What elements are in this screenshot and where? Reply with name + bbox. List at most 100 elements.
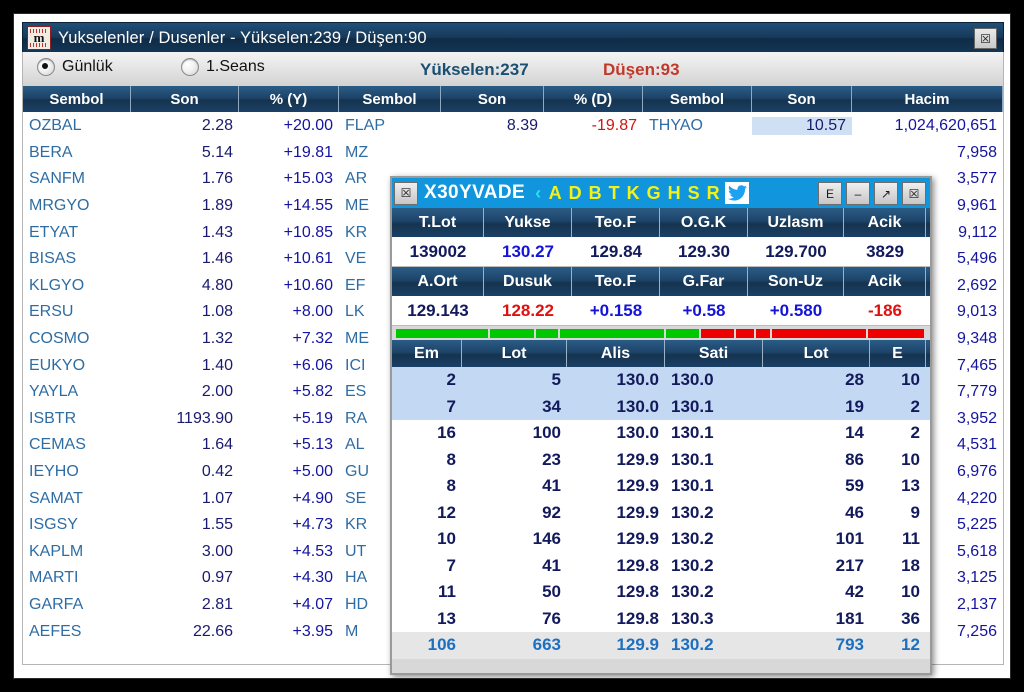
table-row[interactable]: BERA 5.14 +19.81 MZ 7,958 bbox=[23, 140, 1003, 167]
cell-symbol-gainer: BISAS bbox=[29, 250, 77, 268]
cell-symbol-gainer: MRGYO bbox=[29, 197, 90, 215]
ob-cell-e: 2 bbox=[910, 396, 920, 416]
depth-tab-s[interactable]: S bbox=[688, 183, 700, 204]
ob-cell-bid-lot: 41 bbox=[542, 555, 561, 575]
ob-cell-ask-lot: 42 bbox=[845, 582, 864, 602]
depth-tab-b[interactable]: B bbox=[589, 183, 602, 204]
radio-1seans[interactable]: 1.Seans bbox=[181, 58, 265, 76]
ob-cell-sati: 130.0 bbox=[671, 370, 714, 390]
ob-cell-bid-lot: 34 bbox=[542, 396, 561, 416]
stat-value-teof-2: +0.158 bbox=[589, 300, 643, 320]
cell-symbol-gainer: MARTI bbox=[29, 569, 79, 587]
cell-last-gainer: 0.97 bbox=[201, 569, 233, 587]
col-header-sembol-3[interactable]: Sembol bbox=[643, 86, 752, 112]
depth-e-button[interactable]: E bbox=[818, 182, 842, 205]
order-book-row[interactable]: 13 76 129.8 130.3 181 36 bbox=[392, 605, 930, 632]
cell-last-gainer: 5.14 bbox=[201, 143, 233, 161]
ob-cell-bid-lot: 146 bbox=[532, 529, 561, 549]
cell-last-gainer: 2.00 bbox=[201, 383, 233, 401]
order-book-row[interactable]: 11 50 129.8 130.2 42 10 bbox=[392, 579, 930, 606]
depth-tab-a[interactable]: A bbox=[549, 183, 562, 204]
col-header-sembol-1[interactable]: Sembol bbox=[23, 86, 131, 112]
depth-back-arrow-icon[interactable]: ‹ bbox=[535, 183, 541, 204]
ob-cell-alis: 129.9 bbox=[616, 502, 659, 522]
order-book-row[interactable]: 16 100 130.0 130.1 14 2 bbox=[392, 420, 930, 447]
ob-cell-bid-lot: 5 bbox=[551, 370, 561, 390]
radio-gunluk[interactable]: Günlük bbox=[37, 58, 113, 76]
ob-cell-bid-lot: 41 bbox=[542, 476, 561, 496]
cell-symbol-gainer: ETYAT bbox=[29, 223, 79, 241]
ob-cell-alis: 129.9 bbox=[616, 635, 659, 655]
cell-pct-gainer: +4.53 bbox=[292, 542, 333, 560]
ob-cell-sati: 130.1 bbox=[671, 396, 714, 416]
cell-symbol-loser: MZ bbox=[345, 143, 369, 161]
ob-cell-alis: 130.0 bbox=[616, 396, 659, 416]
depth-tab-r[interactable]: R bbox=[707, 183, 720, 204]
radio-gunluk-icon[interactable] bbox=[37, 58, 55, 76]
ob-cell-e: 36 bbox=[901, 608, 920, 628]
order-book-row[interactable]: 12 92 129.9 130.2 46 9 bbox=[392, 499, 930, 526]
cell-symbol-gainer: EUKYO bbox=[29, 356, 86, 374]
pressure-bar-segment bbox=[560, 328, 664, 338]
cell-symbol-gainer: IEYHO bbox=[29, 463, 79, 481]
radio-1seans-icon[interactable] bbox=[181, 58, 199, 76]
stat-value-gfar: +0.58 bbox=[682, 300, 726, 320]
cell-symbol-gainer: GARFA bbox=[29, 595, 84, 613]
depth-tab-d[interactable]: D bbox=[569, 183, 582, 204]
cell-pct-gainer: +10.61 bbox=[283, 250, 333, 268]
depth-minimize-button[interactable]: – bbox=[846, 182, 870, 205]
cell-symbol-gainer: AEFES bbox=[29, 622, 82, 640]
filter-bar: Günlük 1.Seans Yükselen:237 Düşen:93 bbox=[22, 52, 1004, 87]
order-book-row[interactable]: 7 34 130.0 130.1 19 2 bbox=[392, 393, 930, 420]
stat-header-yukse: Yukse bbox=[484, 208, 572, 237]
ob-cell-bid-lot: 50 bbox=[542, 582, 561, 602]
order-book-total-row[interactable]: 106 663 129.9 130.2 793 12 bbox=[392, 632, 930, 659]
col-header-son-2[interactable]: Son bbox=[441, 86, 544, 112]
depth-tab-t[interactable]: T bbox=[609, 183, 620, 204]
table-row[interactable]: OZBAL 2.28 +20.00 FLAP 8.39 -19.87 THYAO 10.57 1… bbox=[23, 113, 1003, 140]
cell-pct-gainer: +6.06 bbox=[292, 356, 333, 374]
cell-pct-gainer: +8.00 bbox=[292, 303, 333, 321]
col-header-pct-y[interactable]: % (Y) bbox=[239, 86, 339, 112]
ob-cell-bid-lot: 100 bbox=[532, 423, 561, 443]
cell-last-gainer: 1.46 bbox=[201, 250, 233, 268]
depth-stats-bottom-values: 129.143 128.22 +0.158 +0.58 +0.580 -186 bbox=[392, 296, 930, 326]
cell-symbol-gainer: ISGSY bbox=[29, 516, 78, 534]
ob-cell-ask-lot: 217 bbox=[835, 555, 864, 575]
cell-symbol-gainer: ERSU bbox=[29, 303, 74, 321]
cell-pct-gainer: +10.85 bbox=[283, 223, 333, 241]
depth-maximize-button[interactable]: ↗ bbox=[874, 182, 898, 205]
order-book-row[interactable]: 2 5 130.0 130.0 28 10 bbox=[392, 367, 930, 394]
twitter-bird-icon[interactable] bbox=[725, 182, 750, 204]
ob-cell-em: 106 bbox=[427, 635, 456, 655]
ob-cell-e: 10 bbox=[901, 370, 920, 390]
stat-value-yukse: 130.27 bbox=[502, 241, 554, 261]
col-header-hacim[interactable]: Hacim bbox=[852, 86, 1003, 112]
depth-tab-g[interactable]: G bbox=[647, 183, 661, 204]
depth-menu-button[interactable]: ☒ bbox=[394, 181, 418, 205]
depth-tab-h[interactable]: H bbox=[668, 183, 681, 204]
ob-cell-bid-lot: 663 bbox=[532, 635, 561, 655]
cell-last-loser: 8.39 bbox=[506, 117, 538, 135]
order-book-row[interactable]: 10 146 129.9 130.2 101 11 bbox=[392, 526, 930, 553]
cell-last-gainer: 1.40 bbox=[201, 356, 233, 374]
ob-cell-em: 12 bbox=[437, 502, 456, 522]
cell-hacim: 7,958 bbox=[956, 143, 997, 161]
stat-value-uzlasm: 129.700 bbox=[765, 241, 827, 261]
col-header-sembol-2[interactable]: Sembol bbox=[339, 86, 441, 112]
order-book-row[interactable]: 7 41 129.8 130.2 217 18 bbox=[392, 552, 930, 579]
col-header-son-3[interactable]: Son bbox=[752, 86, 852, 112]
depth-letter-tabs: ADBTKGHSR bbox=[545, 183, 723, 204]
col-header-son-1[interactable]: Son bbox=[131, 86, 239, 112]
order-book-row[interactable]: 8 41 129.9 130.1 59 13 bbox=[392, 473, 930, 500]
order-book-row[interactable]: 8 23 129.9 130.1 86 10 bbox=[392, 446, 930, 473]
ob-cell-e: 10 bbox=[901, 582, 920, 602]
cell-symbol-gainer: BERA bbox=[29, 143, 73, 161]
main-window-close-button[interactable]: ☒ bbox=[974, 28, 997, 49]
col-header-pct-d[interactable]: % (D) bbox=[544, 86, 643, 112]
depth-tab-k[interactable]: K bbox=[627, 183, 640, 204]
main-window-title: Yukselenler / Dusenler - Yükselen:239 / … bbox=[58, 28, 427, 47]
cell-last-gainer: 2.81 bbox=[201, 595, 233, 613]
cell-last-gainer: 1.43 bbox=[201, 223, 233, 241]
depth-close-button[interactable]: ☒ bbox=[902, 182, 926, 205]
